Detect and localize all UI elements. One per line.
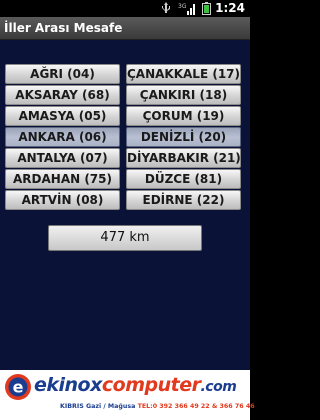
city-option[interactable]: AKSARAY (68) xyxy=(5,85,120,105)
city-option[interactable]: DİYARBAKIR (21) xyxy=(126,148,241,168)
status-bar: 3G 1:24 xyxy=(0,0,250,17)
svg-text:3G: 3G xyxy=(178,3,187,10)
contact-location: KIBRIS Gazi / Mağusa xyxy=(60,403,136,410)
city-option[interactable]: ARDAHAN (75) xyxy=(5,169,120,189)
title-bar: İller Arası Mesafe xyxy=(0,17,250,40)
city-option[interactable]: AĞRI (04) xyxy=(5,64,120,84)
distance-result: 477 km xyxy=(48,225,202,251)
city-option-selected[interactable]: ANKARA (06) xyxy=(5,127,120,147)
city-option[interactable]: ÇORUM (19) xyxy=(126,106,241,126)
city-option[interactable]: ARTVİN (08) xyxy=(5,190,120,210)
city-option[interactable]: EDİRNE (22) xyxy=(126,190,241,210)
city-option[interactable]: ÇANAKKALE (17) xyxy=(126,64,241,84)
contact-phone: TEL:0 392 366 49 22 & 366 76 46 xyxy=(137,403,255,410)
city-option[interactable]: ANTALYA (07) xyxy=(5,148,120,168)
destination-city-list[interactable]: ÇANAKKALE (17) ÇANKIRI (18) ÇORUM (19) D… xyxy=(126,64,241,211)
brand-logo-text: ekinoxcomputer.com xyxy=(34,374,237,396)
source-city-list[interactable]: AĞRI (04) AKSARAY (68) AMASYA (05) ANKAR… xyxy=(5,64,120,211)
city-option[interactable]: DÜZCE (81) xyxy=(126,169,241,189)
logo-part-ekinox: ekinox xyxy=(34,374,102,396)
city-option-selected[interactable]: DENİZLİ (20) xyxy=(126,127,241,147)
contact-line: KIBRIS Gazi / Mağusa TEL:0 392 366 49 22… xyxy=(60,403,255,410)
signal-3g-icon: 3G xyxy=(178,3,195,15)
logo-part-domain: .com xyxy=(200,379,237,395)
clock: 1:24 xyxy=(215,1,245,15)
app-title: İller Arası Mesafe xyxy=(4,21,123,35)
battery-icon xyxy=(202,2,211,15)
city-option[interactable]: ÇANKIRI (18) xyxy=(126,85,241,105)
ad-banner[interactable]: e ekinoxcomputer.com KIBRIS Gazi / Mağus… xyxy=(0,370,255,420)
main-content: AĞRI (04) AKSARAY (68) AMASYA (05) ANKAR… xyxy=(0,40,250,370)
logo-part-computer: computer xyxy=(101,374,201,396)
ekinox-logo-icon: e xyxy=(5,374,31,400)
usb-icon xyxy=(162,2,170,13)
logo-letter: e xyxy=(13,378,24,397)
city-option[interactable]: AMASYA (05) xyxy=(5,106,120,126)
